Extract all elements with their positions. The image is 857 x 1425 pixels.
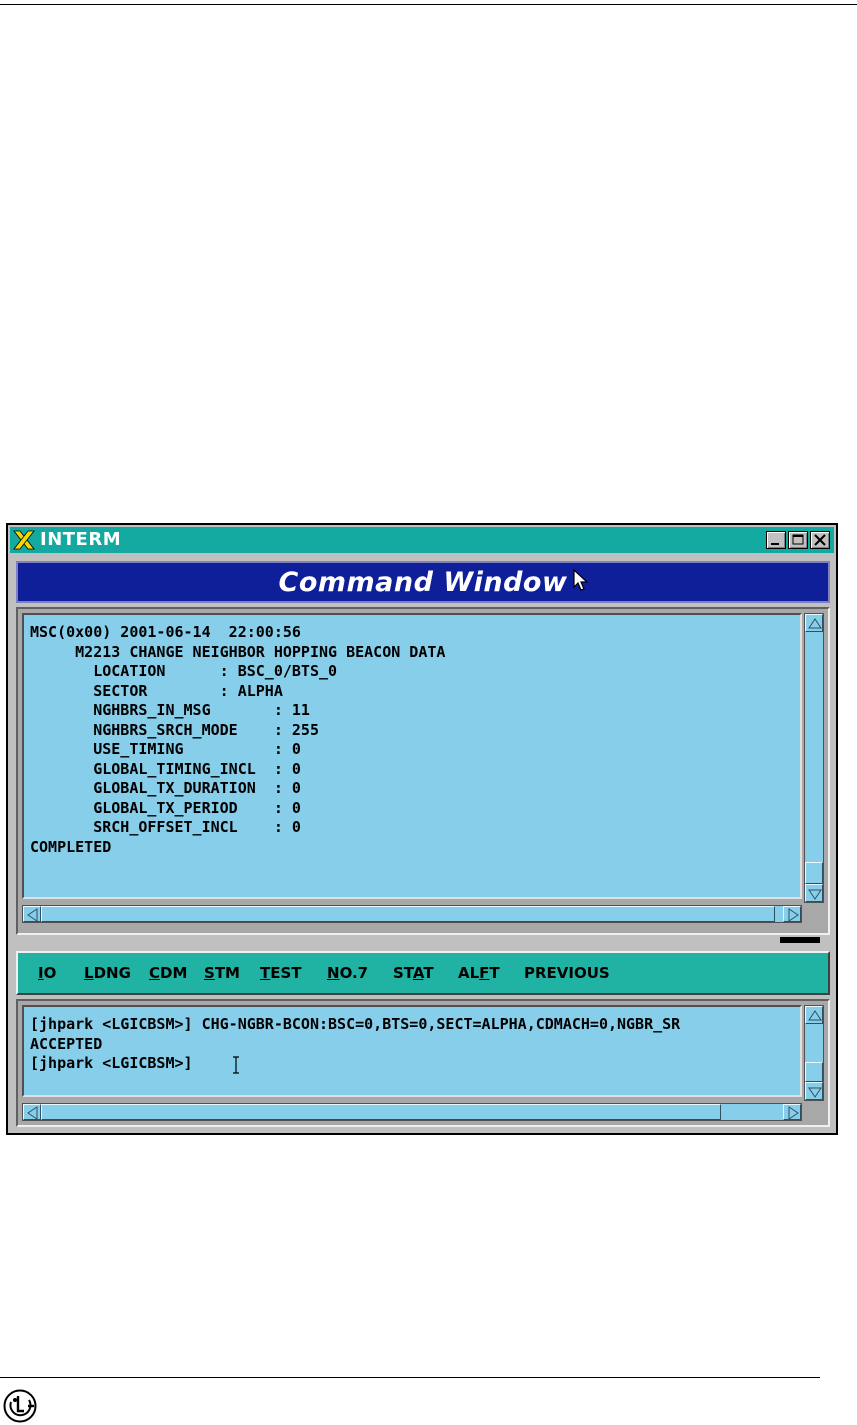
input-horizontal-scrollbar[interactable] <box>22 1103 802 1121</box>
output-line: LOCATION : BSC_0/BTS_0 <box>30 662 338 680</box>
output-text-area[interactable]: MSC(0x00) 2001-06-14 22:00:56 M2213 CHAN… <box>22 613 802 899</box>
input-prompt: [jhpark <LGICBSM>] <box>30 1054 202 1072</box>
minimize-icon <box>771 543 779 545</box>
lg-logo-icon <box>3 1389 37 1423</box>
output-line: GLOBAL_TX_DURATION : 0 <box>30 779 301 797</box>
menu-item-stat[interactable]: STAT <box>393 964 434 982</box>
scroll-thumb[interactable] <box>805 862 823 884</box>
command-input-area[interactable]: [jhpark <LGICBSM>] CHG-NGBR-BCON:BSC=0,B… <box>22 1005 802 1097</box>
menu-mnemonic: I <box>38 964 44 982</box>
minimize-button[interactable] <box>766 531 786 549</box>
menu-item-io[interactable]: IO <box>38 964 56 982</box>
menu-bar: IO LDNG CDM STM TEST NO.7 STAT ALFT PREV… <box>16 951 830 995</box>
output-line: M2213 CHANGE NEIGHBOR HOPPING BEACON DAT… <box>30 642 446 661</box>
up-arrow-icon <box>808 618 822 629</box>
output-line: NGHBRS_IN_MSG : 11 <box>30 701 310 719</box>
ibeam-cursor-icon <box>233 1056 239 1074</box>
scroll-left-button[interactable] <box>23 1104 41 1120</box>
output-line: GLOBAL_TX_PERIOD : 0 <box>30 798 301 817</box>
menu-mnemonic: T <box>260 964 271 982</box>
arrow-cursor-icon <box>573 569 589 591</box>
left-arrow-icon <box>27 908 38 922</box>
input-line: [jhpark <LGICBSM>] CHG-NGBR-BCON:BSC=0,B… <box>30 1015 681 1033</box>
scroll-down-button[interactable] <box>805 1082 823 1100</box>
scroll-left-button[interactable] <box>23 906 41 922</box>
input-pane: [jhpark <LGICBSM>] CHG-NGBR-BCON:BSC=0,B… <box>16 999 830 1127</box>
output-vertical-scrollbar[interactable] <box>804 613 824 903</box>
scroll-thumb[interactable] <box>41 1104 721 1120</box>
pane-splitter-handle[interactable] <box>778 935 822 945</box>
interm-window: INTERM Command Window MSC(0x00) 2001-06-… <box>6 523 838 1135</box>
titlebar[interactable]: INTERM <box>10 527 834 553</box>
menu-item-no7[interactable]: NO.7 <box>327 964 368 982</box>
output-line: USE_TIMING : 0 <box>30 740 301 758</box>
menu-mnemonic: F <box>479 964 490 982</box>
menu-mnemonic: S <box>204 964 215 982</box>
scroll-right-button[interactable] <box>783 1104 801 1120</box>
maximize-button[interactable] <box>788 531 808 549</box>
up-arrow-icon <box>808 1010 822 1021</box>
menu-mnemonic: A <box>412 964 424 982</box>
scroll-up-button[interactable] <box>805 614 823 632</box>
input-vertical-scrollbar[interactable] <box>804 1005 824 1101</box>
scroll-thumb[interactable] <box>41 906 775 922</box>
command-window-title: Command Window <box>278 566 568 598</box>
output-line: GLOBAL_TIMING_INCL : 0 <box>30 759 301 778</box>
scroll-thumb[interactable] <box>805 1062 823 1082</box>
down-arrow-icon <box>808 889 822 900</box>
output-pane: MSC(0x00) 2001-06-14 22:00:56 M2213 CHAN… <box>16 607 830 935</box>
menu-item-ldng[interactable]: LDNG <box>84 964 131 982</box>
page-top-rule <box>0 4 857 5</box>
menu-item-test[interactable]: TEST <box>260 964 302 982</box>
input-line: [jhpark <LGICBSM>] <box>30 1054 800 1074</box>
right-arrow-icon <box>788 908 799 922</box>
command-window-header: Command Window <box>16 561 830 603</box>
menu-item-stm[interactable]: STM <box>204 964 240 982</box>
output-line: SRCH_OFFSET_INCL : 0 <box>30 818 301 836</box>
output-line: COMPLETED <box>30 837 112 856</box>
output-horizontal-scrollbar[interactable] <box>22 905 802 923</box>
menu-mnemonic: N <box>327 964 340 982</box>
menu-item-alft[interactable]: ALFT <box>458 964 500 982</box>
close-icon <box>814 534 826 546</box>
down-arrow-icon <box>808 1087 822 1098</box>
x-logo-icon <box>13 530 35 550</box>
scroll-right-button[interactable] <box>783 906 801 922</box>
scroll-down-button[interactable] <box>805 884 823 902</box>
scroll-up-button[interactable] <box>805 1006 823 1024</box>
maximize-icon <box>792 534 804 545</box>
menu-item-previous[interactable]: PREVIOUS <box>524 964 610 982</box>
right-arrow-icon <box>788 1106 799 1120</box>
input-line: ACCEPTED <box>30 1034 103 1053</box>
page-footer-rule <box>0 1377 820 1378</box>
left-arrow-icon <box>27 1106 38 1120</box>
output-line: MSC(0x00) 2001-06-14 22:00:56 <box>30 623 301 641</box>
menu-mnemonic: L <box>84 964 94 982</box>
menu-item-cdm[interactable]: CDM <box>149 964 187 982</box>
menu-mnemonic: C <box>149 964 161 982</box>
output-line: SECTOR : ALPHA <box>30 681 283 700</box>
output-line: NGHBRS_SRCH_MODE : 255 <box>30 720 319 739</box>
window-title: INTERM <box>40 529 122 550</box>
close-button[interactable] <box>810 531 830 549</box>
